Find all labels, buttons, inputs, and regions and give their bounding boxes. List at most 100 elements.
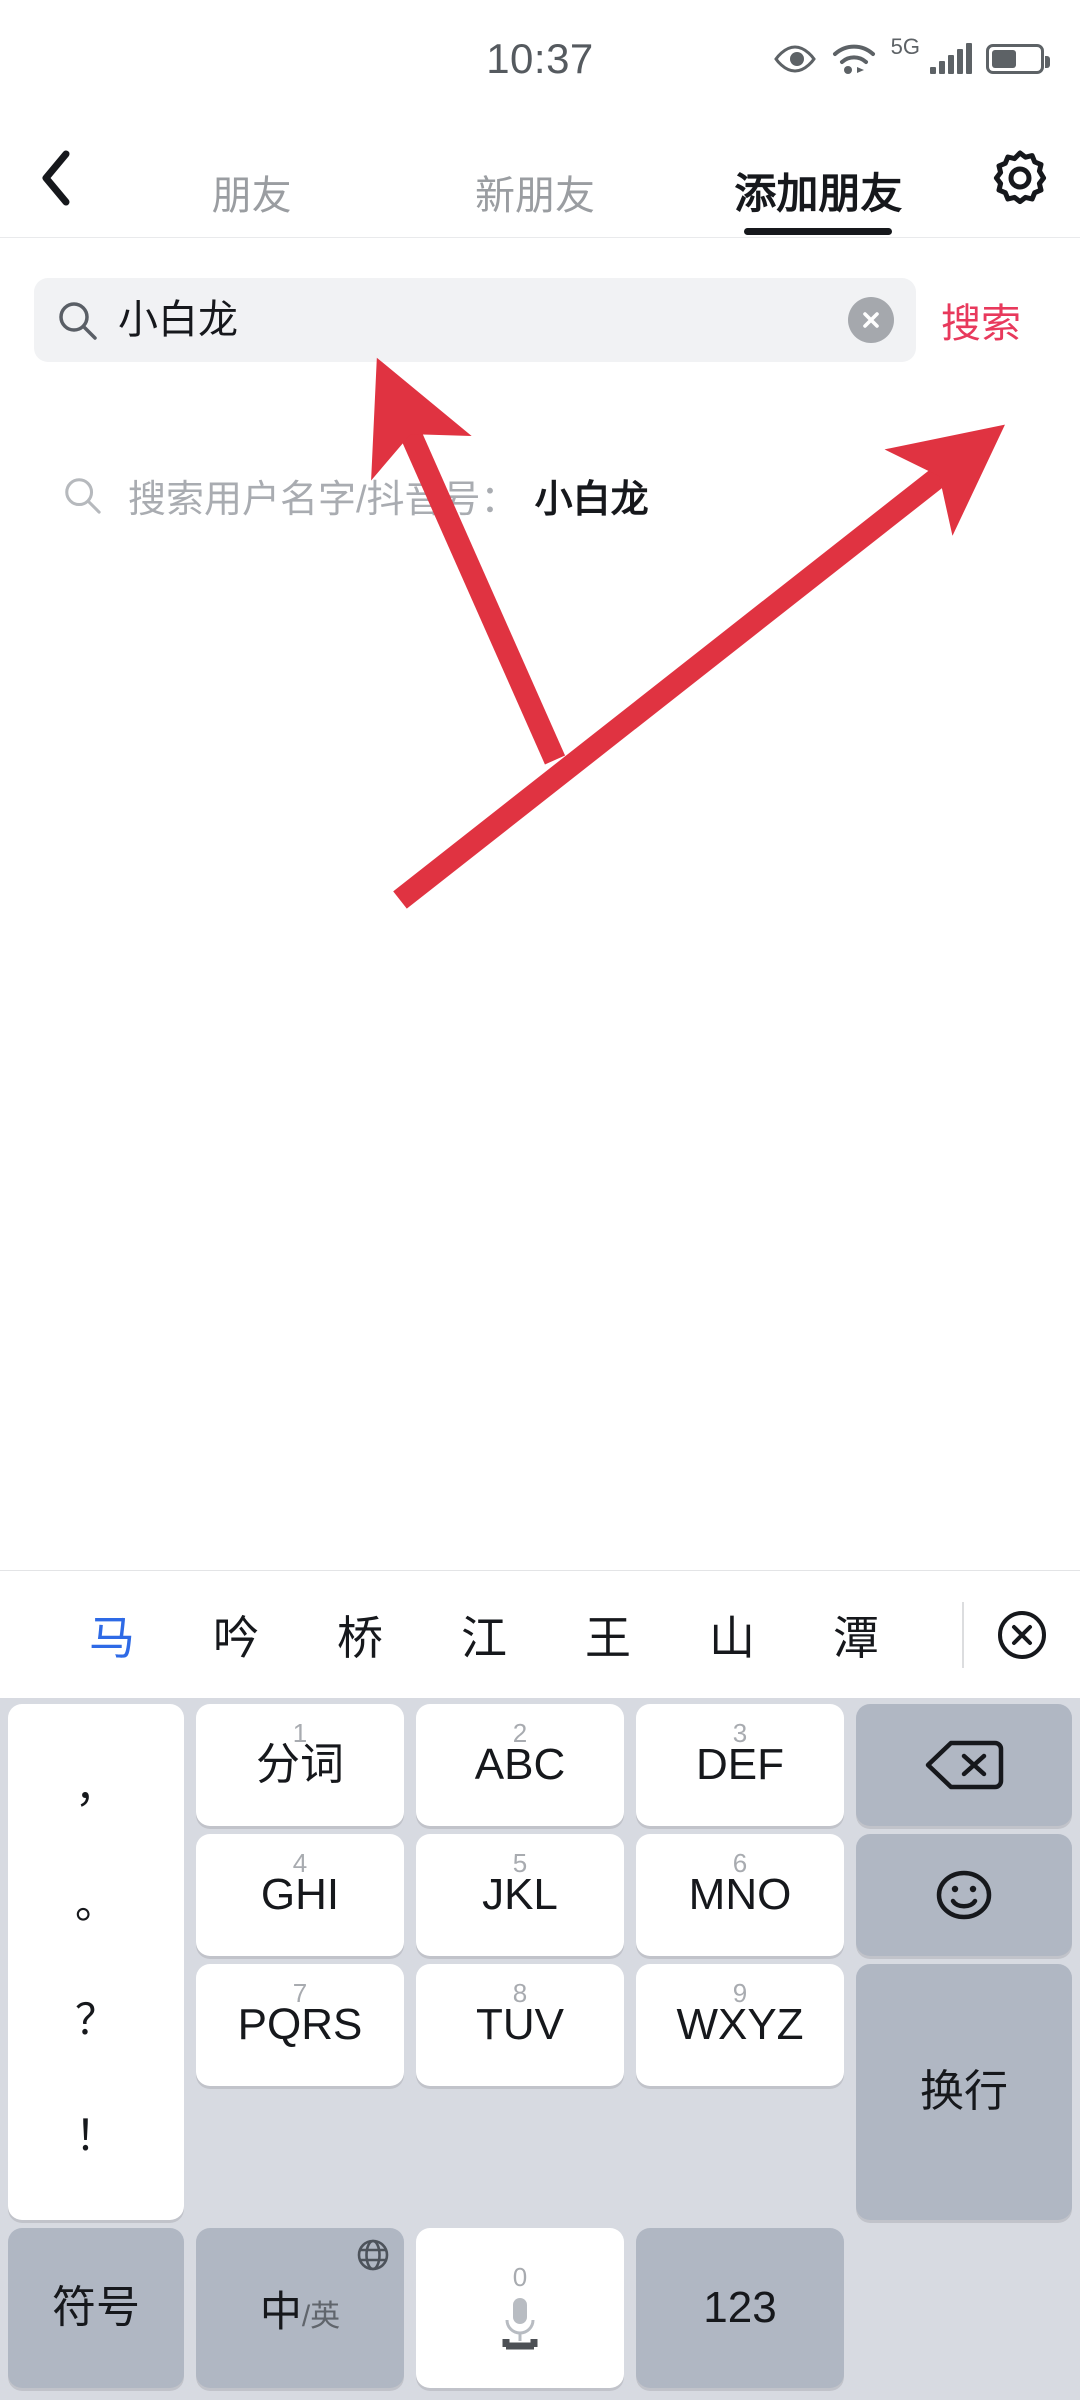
suggestion-text: 搜索用户名字/抖音号： 小白龙 (128, 468, 649, 523)
candidate-5[interactable]: 山 (670, 1602, 794, 1668)
punct-exclaim: ！ (74, 2112, 117, 2159)
search-suggestion-row[interactable]: 搜索用户名字/抖音号： 小白龙 (0, 440, 1080, 550)
search-icon (65, 478, 101, 514)
tab-active-underline (744, 228, 893, 235)
punct-question: ？ (74, 1996, 117, 2043)
tab-new-friends[interactable]: 新朋友 (393, 118, 676, 235)
candidate-list: 马 吟 桥 江 王 山 潭 (0, 1602, 962, 1668)
enter-key[interactable]: 换行 (856, 1964, 1072, 2220)
key-def-label: DEF (696, 1740, 784, 1789)
search-icon (59, 302, 97, 340)
key-jkl-label: JKL (482, 1870, 558, 1919)
key-ghi-label: GHI (260, 1870, 340, 1919)
space-key-number: 0 (512, 2262, 528, 2292)
punctuation-marks: ， 。 ？ ！ (75, 1704, 117, 2220)
key-abc-number: 2 (512, 1718, 528, 1748)
punct-comma: ， (74, 1764, 117, 1811)
key-def[interactable]: 3 DEF (636, 1704, 844, 1826)
tab-add-friends[interactable]: 添加朋友 (677, 118, 960, 235)
smiley-icon (936, 1870, 992, 1920)
key-def-number: 3 (732, 1718, 748, 1748)
gear-icon (993, 150, 1047, 204)
candidate-4[interactable]: 王 (546, 1602, 670, 1668)
key-ghi[interactable]: 4 GHI (196, 1834, 404, 1956)
candidate-2[interactable]: 桥 (298, 1602, 422, 1668)
top-navigation-bar: 朋友 新朋友 添加朋友 (0, 118, 1080, 238)
lang-zh: 中 (259, 2287, 302, 2335)
key-abc-label: ABC (474, 1740, 566, 1789)
key-jkl-number: 5 (512, 1848, 528, 1878)
key-tuv-label: TUV (476, 2000, 564, 2049)
symbol-key[interactable]: 符号 (8, 2228, 184, 2388)
wifi-icon (831, 42, 877, 76)
suggestion-query: 小白龙 (534, 478, 649, 521)
candidate-3[interactable]: 江 (422, 1602, 546, 1668)
status-bar-icons: 5G (773, 0, 1050, 118)
close-circle-icon (998, 1610, 1046, 1659)
numeric-key-label: 123 (703, 2283, 777, 2332)
clear-circle-icon (863, 312, 879, 328)
tab-bar: 朋友 新朋友 添加朋友 (110, 118, 960, 237)
punct-period: 。 (74, 1880, 117, 1927)
key-pqrs-label: PQRS (237, 2000, 363, 2049)
space-key-content: 0 (498, 2264, 542, 2352)
key-mno-number: 6 (732, 1848, 748, 1878)
search-input-value: 小白龙 (118, 298, 238, 342)
key-fenci-number: 1 (292, 1718, 308, 1748)
key-wxyz[interactable]: 9 WXYZ (636, 1964, 844, 2086)
battery-icon (986, 44, 1050, 74)
tab-friends-label: 朋友 (211, 174, 292, 218)
candidate-close-button[interactable] (964, 1607, 1080, 1663)
suggestion-prefix: 搜索用户名字/抖音号： (128, 478, 519, 521)
language-toggle-key[interactable]: 中 / 英 (196, 2228, 404, 2388)
back-button[interactable] (0, 118, 110, 237)
candidate-6[interactable]: 潭 (794, 1602, 918, 1668)
globe-icon (356, 2238, 390, 2277)
key-wxyz-label: WXYZ (676, 2000, 804, 2049)
symbol-key-label: 符号 (52, 2283, 140, 2332)
status-bar: 10:37 5G (0, 0, 1080, 118)
lang-slash: / (301, 2299, 311, 2333)
keyboard: 马 吟 桥 江 王 山 潭 ， 。 ？ ！ 1 分词 2 ABC 3 DEF 4… (0, 1570, 1080, 2400)
candidate-bar: 马 吟 桥 江 王 山 潭 (0, 1570, 1080, 1698)
key-abc[interactable]: 2 ABC (416, 1704, 624, 1826)
phone-screen: 10:37 5G 朋友 新朋友 添加朋友 小白龙 搜索 搜索用户名字/抖音号： … (0, 0, 1080, 2400)
key-tuv[interactable]: 8 TUV (416, 1964, 624, 2086)
tab-friends[interactable]: 朋友 (110, 118, 393, 235)
tab-new-friends-label: 新朋友 (474, 174, 595, 218)
key-mno[interactable]: 6 MNO (636, 1834, 844, 1956)
settings-button[interactable] (960, 118, 1080, 237)
search-input[interactable]: 小白龙 (34, 278, 916, 362)
key-fenci[interactable]: 1 分词 (196, 1704, 404, 1826)
backspace-key[interactable] (856, 1704, 1072, 1826)
enter-key-label: 换行 (920, 2067, 1008, 2116)
search-row: 小白龙 搜索 (0, 260, 1080, 380)
candidate-1[interactable]: 吟 (174, 1602, 298, 1668)
chevron-left-icon (42, 150, 70, 205)
eye-icon (773, 44, 817, 74)
status-time: 10:37 (486, 35, 594, 82)
space-key[interactable]: 0 (416, 2228, 624, 2388)
search-submit-button[interactable]: 搜索 (916, 291, 1046, 349)
key-pqrs-number: 7 (292, 1978, 308, 2008)
tab-add-friends-label: 添加朋友 (734, 170, 903, 218)
signal-5g-icon (930, 43, 972, 74)
clear-search-button[interactable] (848, 297, 894, 343)
punctuation-key[interactable]: ， 。 ？ ！ (8, 1704, 184, 2220)
candidate-0[interactable]: 马 (50, 1602, 174, 1668)
key-fenci-label: 分词 (256, 1740, 344, 1789)
numeric-key[interactable]: 123 (636, 2228, 844, 2388)
key-jkl[interactable]: 5 JKL (416, 1834, 624, 1956)
network-type-label: 5G (890, 34, 920, 59)
language-toggle-label: 中 / 英 (260, 2278, 340, 2339)
key-wxyz-number: 9 (732, 1978, 748, 2008)
key-ghi-number: 4 (292, 1848, 308, 1878)
key-grid: ， 。 ？ ！ 1 分词 2 ABC 3 DEF 4 GHI 5 JKL 6 M… (0, 1698, 1080, 2400)
key-tuv-number: 8 (512, 1978, 528, 2008)
emoji-key[interactable] (856, 1834, 1072, 1956)
lang-en: 英 (310, 2299, 341, 2333)
backspace-icon (925, 1740, 1004, 1790)
microphone-icon (502, 2298, 538, 2350)
key-pqrs[interactable]: 7 PQRS (196, 1964, 404, 2086)
key-mno-label: MNO (688, 1870, 792, 1919)
